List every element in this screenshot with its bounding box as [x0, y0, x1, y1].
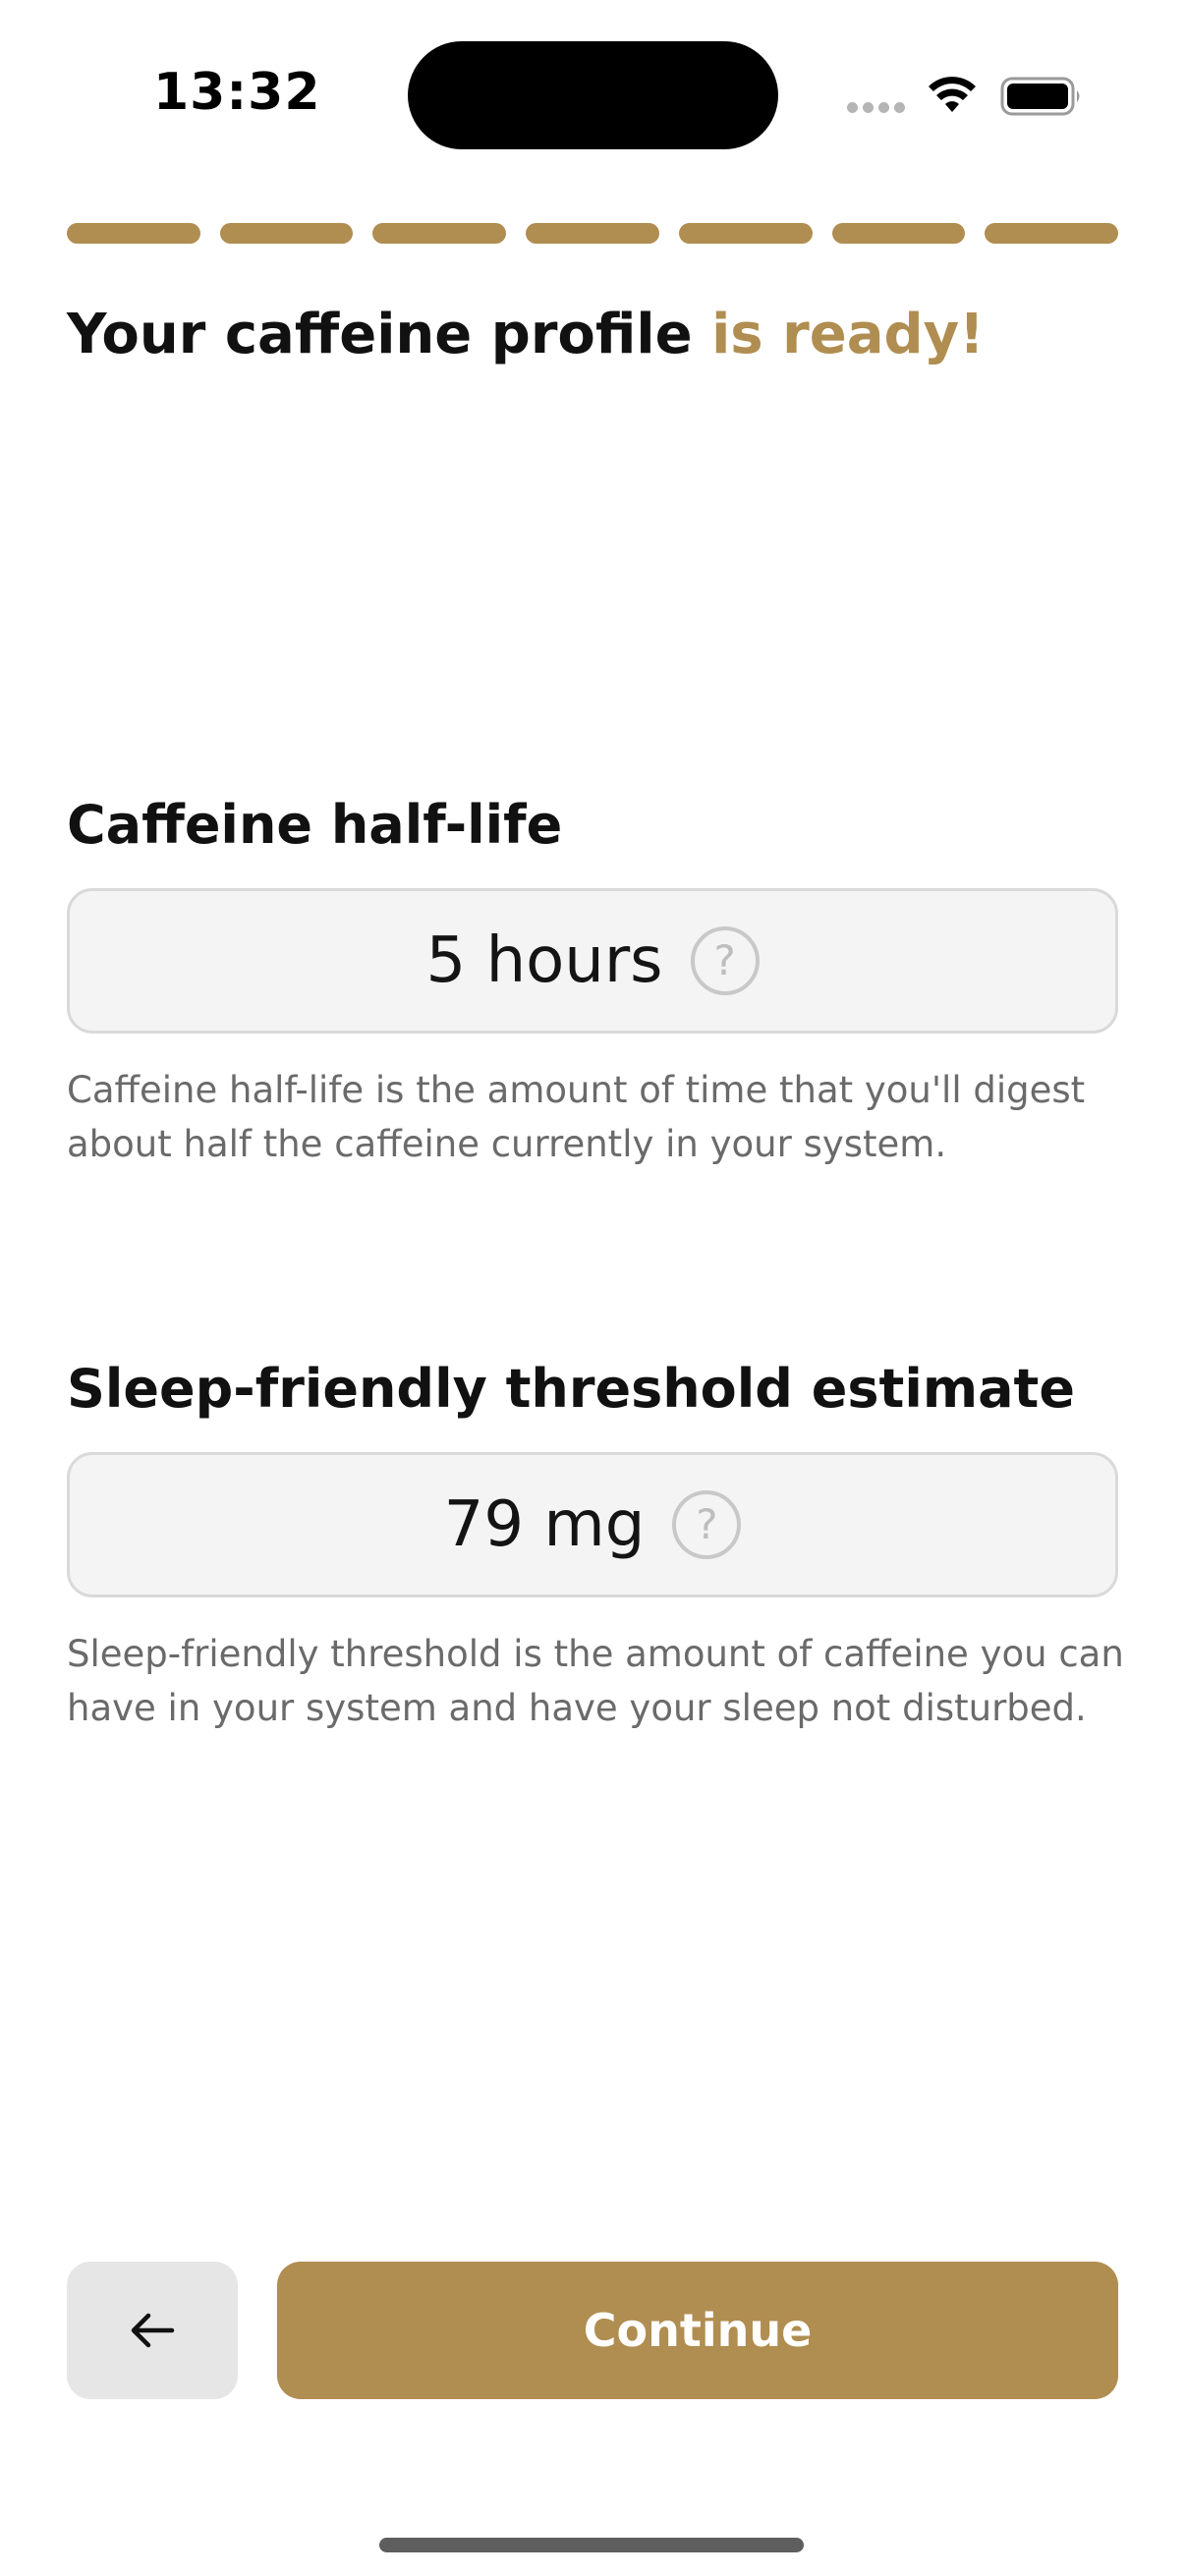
threshold-help-icon[interactable]: ? — [672, 1490, 742, 1559]
battery-icon — [1000, 77, 1080, 116]
continue-button[interactable]: Continue — [277, 2262, 1118, 2399]
page-title: Your caffeine profile is ready! — [67, 303, 985, 366]
progress-segment — [372, 223, 507, 244]
half-life-value: 5 hours — [425, 924, 663, 997]
threshold-value: 79 mg — [443, 1488, 646, 1561]
title-accent-text: is ready! — [711, 303, 985, 366]
half-life-help-icon[interactable]: ? — [690, 926, 760, 995]
threshold-value-box: 79 mg ? — [67, 1452, 1118, 1597]
onboarding-progress-bar — [67, 223, 1119, 244]
status-bar-time: 13:32 — [153, 63, 321, 122]
half-life-value-box: 5 hours ? — [67, 888, 1118, 1034]
progress-segment — [831, 223, 966, 244]
progress-segment — [985, 223, 1119, 244]
home-indicator[interactable] — [379, 2538, 804, 2552]
progress-segment — [67, 223, 200, 244]
progress-segment — [678, 223, 813, 244]
threshold-heading: Sleep-friendly threshold estimate — [67, 1358, 1075, 1420]
wifi-icon — [929, 77, 976, 112]
threshold-description: Sleep-friendly threshold is the amount o… — [67, 1633, 1124, 1729]
cellular-signal-icon — [847, 102, 905, 113]
back-button[interactable] — [67, 2262, 238, 2399]
title-main-text: Your caffeine profile — [67, 303, 712, 366]
progress-segment — [526, 223, 659, 244]
half-life-description: Caffeine half-life is the amount of time… — [67, 1069, 1086, 1165]
dynamic-island — [408, 41, 778, 149]
caffeine-profile-screen: 13:32 Your caffeine profile is ready! Ca… — [0, 0, 1185, 2576]
half-life-heading: Caffeine half-life — [67, 794, 563, 856]
progress-segment — [219, 223, 354, 244]
arrow-left-icon — [131, 2313, 175, 2348]
